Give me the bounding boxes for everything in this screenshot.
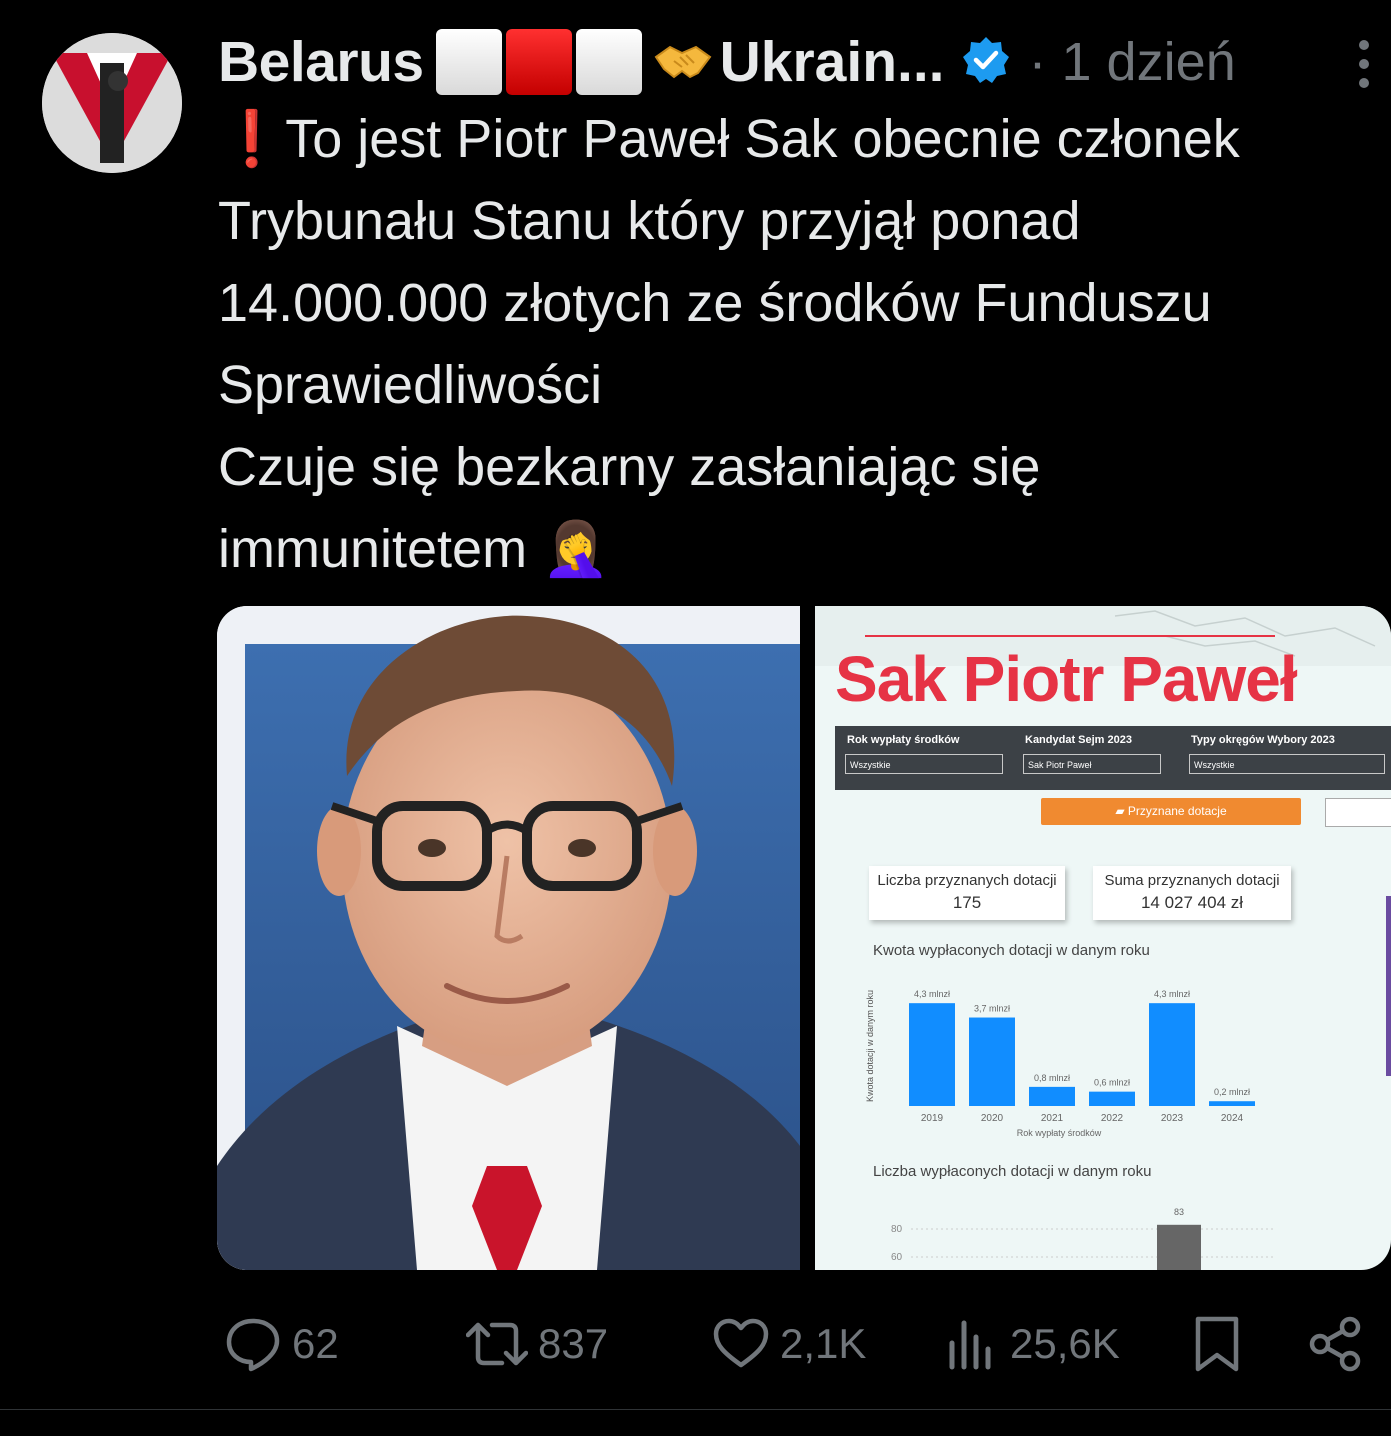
bar-data-label: 0,2 mlnzł	[1214, 1087, 1250, 1097]
post-header: Belarus Ukrain... · 1 dzień	[218, 26, 1236, 98]
like-button[interactable]: 2,1K	[712, 1302, 866, 1386]
portrait-photo[interactable]	[217, 606, 800, 1270]
y-tick-label: 80	[891, 1224, 903, 1235]
filter-label: Typy okręgów Wybory 2023	[1191, 734, 1335, 746]
bar-data-label: 3,7 mlnzł	[974, 1004, 1010, 1014]
chart-bar	[1157, 1224, 1201, 1270]
x-tick-label: 2024	[1221, 1113, 1244, 1124]
bookmark-icon	[1195, 1316, 1239, 1372]
post-text-line: ❗To jest Piotr Paweł Sak obecnie członek	[218, 109, 1240, 169]
y-axis-label: Kwota dotacji w danym roku	[865, 990, 875, 1102]
post-text-line: Czuje się bezkarny zasłaniając się	[218, 437, 1041, 497]
avatar-image	[42, 33, 182, 173]
bar-data-label: 4,3 mlnzł	[1154, 989, 1190, 999]
grant-sum-card: Suma przyznanych dotacji 14 027 404 zł	[1093, 866, 1291, 920]
x-tick-label: 2020	[981, 1113, 1004, 1124]
belarus-flag-emoji	[435, 29, 646, 95]
reply-button[interactable]: 62	[224, 1302, 339, 1386]
post-text-line: immunitetem 🤦‍♀️	[218, 519, 610, 579]
report-title: Sak Piotr Paweł	[835, 643, 1298, 715]
repost-icon	[466, 1322, 528, 1366]
x-tick-label: 2022	[1101, 1113, 1124, 1124]
x-tick-label: 2021	[1041, 1113, 1064, 1124]
chart-bar	[1029, 1086, 1075, 1106]
post-text: ❗To jest Piotr Paweł Sak obecnie członek…	[218, 98, 1391, 590]
reply-icon	[226, 1318, 280, 1372]
amount-bar-chart: Kwota dotacji w danym roku 4,3 mlnzł 2019 3…	[865, 989, 1255, 1138]
handshake-icon	[654, 45, 712, 79]
bar-data-label: 83	[1174, 1207, 1184, 1217]
heart-icon	[713, 1318, 769, 1368]
secondary-button[interactable]	[1325, 798, 1391, 827]
repost-count: 837	[538, 1320, 609, 1367]
report-screenshot[interactable]: Sak Piotr Paweł Rok wypłaty środków Wszy…	[815, 606, 1391, 1270]
filter-dropdown[interactable]: Sak Piotr Paweł	[1023, 754, 1161, 774]
author-avatar[interactable]	[42, 33, 182, 173]
post-text-line: Sprawiedliwości	[218, 355, 603, 415]
y-tick-label: 60	[891, 1252, 903, 1263]
bottom-divider	[0, 1409, 1391, 1410]
chart-bar	[909, 1003, 955, 1106]
views-count: 25,6K	[1010, 1320, 1120, 1367]
post-actions: 62 837 2,1K 25,6K	[0, 1302, 1391, 1392]
grant-count-card: Liczba przyznanych dotacji 175	[869, 866, 1065, 920]
filter-dropdown[interactable]: Wszystkie	[1189, 754, 1385, 774]
more-options-icon[interactable]	[1357, 40, 1371, 97]
views-button[interactable]: 25,6K	[946, 1302, 1120, 1386]
like-count: 2,1K	[780, 1320, 867, 1367]
bar-data-label: 0,8 mlnzł	[1034, 1073, 1070, 1083]
side-bar-fragment	[1386, 896, 1391, 1076]
views-icon	[949, 1320, 991, 1370]
card-value: 14 027 404 zł	[1140, 893, 1244, 912]
x-tick-label: 2023	[1161, 1113, 1184, 1124]
card-label: Suma przyznanych dotacji	[1104, 872, 1280, 889]
bar-data-label: 4,3 mlnzł	[914, 989, 950, 999]
share-button[interactable]	[1306, 1302, 1374, 1386]
reply-count: 62	[292, 1320, 339, 1367]
post-timestamp[interactable]: · 1 dzień	[1029, 31, 1236, 93]
chart1-title: Kwota wypłaconych dotacji w danym roku	[873, 942, 1150, 959]
card-label: Liczba przyznanych dotacji	[877, 872, 1057, 889]
filter-bar: Rok wypłaty środków Wszystkie Kandydat S…	[835, 726, 1391, 790]
bar-data-label: 0,6 mlnzł	[1094, 1078, 1130, 1088]
chart-bar	[969, 1017, 1015, 1106]
share-icon	[1309, 1316, 1361, 1372]
count-bar-chart: 80 60 83	[891, 1207, 1275, 1270]
author-name[interactable]: Belarus	[218, 29, 424, 95]
filter-dropdown[interactable]: Wszystkie	[845, 754, 1003, 774]
post-text-line: Trybunału Stanu który przyjął ponad	[218, 191, 1081, 251]
filter-label: Rok wypłaty środków	[847, 734, 960, 746]
filter-label: Kandydat Sejm 2023	[1025, 734, 1132, 746]
card-value: 175	[952, 893, 982, 912]
verified-badge-icon	[961, 35, 1011, 90]
chart-bar	[1209, 1101, 1255, 1106]
x-axis-label: Rok wypłaty środków	[1017, 1128, 1102, 1138]
post-media: Sak Piotr Paweł Rok wypłaty środków Wszy…	[217, 606, 1391, 1270]
bookmark-button[interactable]	[1192, 1302, 1252, 1386]
author-name-suffix[interactable]: Ukrain...	[720, 29, 945, 95]
chart2-title: Liczba wypłaconych dotacji w danym roku	[873, 1163, 1152, 1180]
post-text-line: 14.000.000 złotych ze środków Funduszu	[218, 273, 1212, 333]
awarded-grants-button[interactable]: ▰ Przyznane dotacje	[1041, 798, 1301, 825]
x-tick-label: 2019	[921, 1113, 944, 1124]
chart-bar	[1089, 1091, 1135, 1106]
repost-button[interactable]: 837	[466, 1302, 608, 1386]
chart-bar	[1149, 1003, 1195, 1106]
